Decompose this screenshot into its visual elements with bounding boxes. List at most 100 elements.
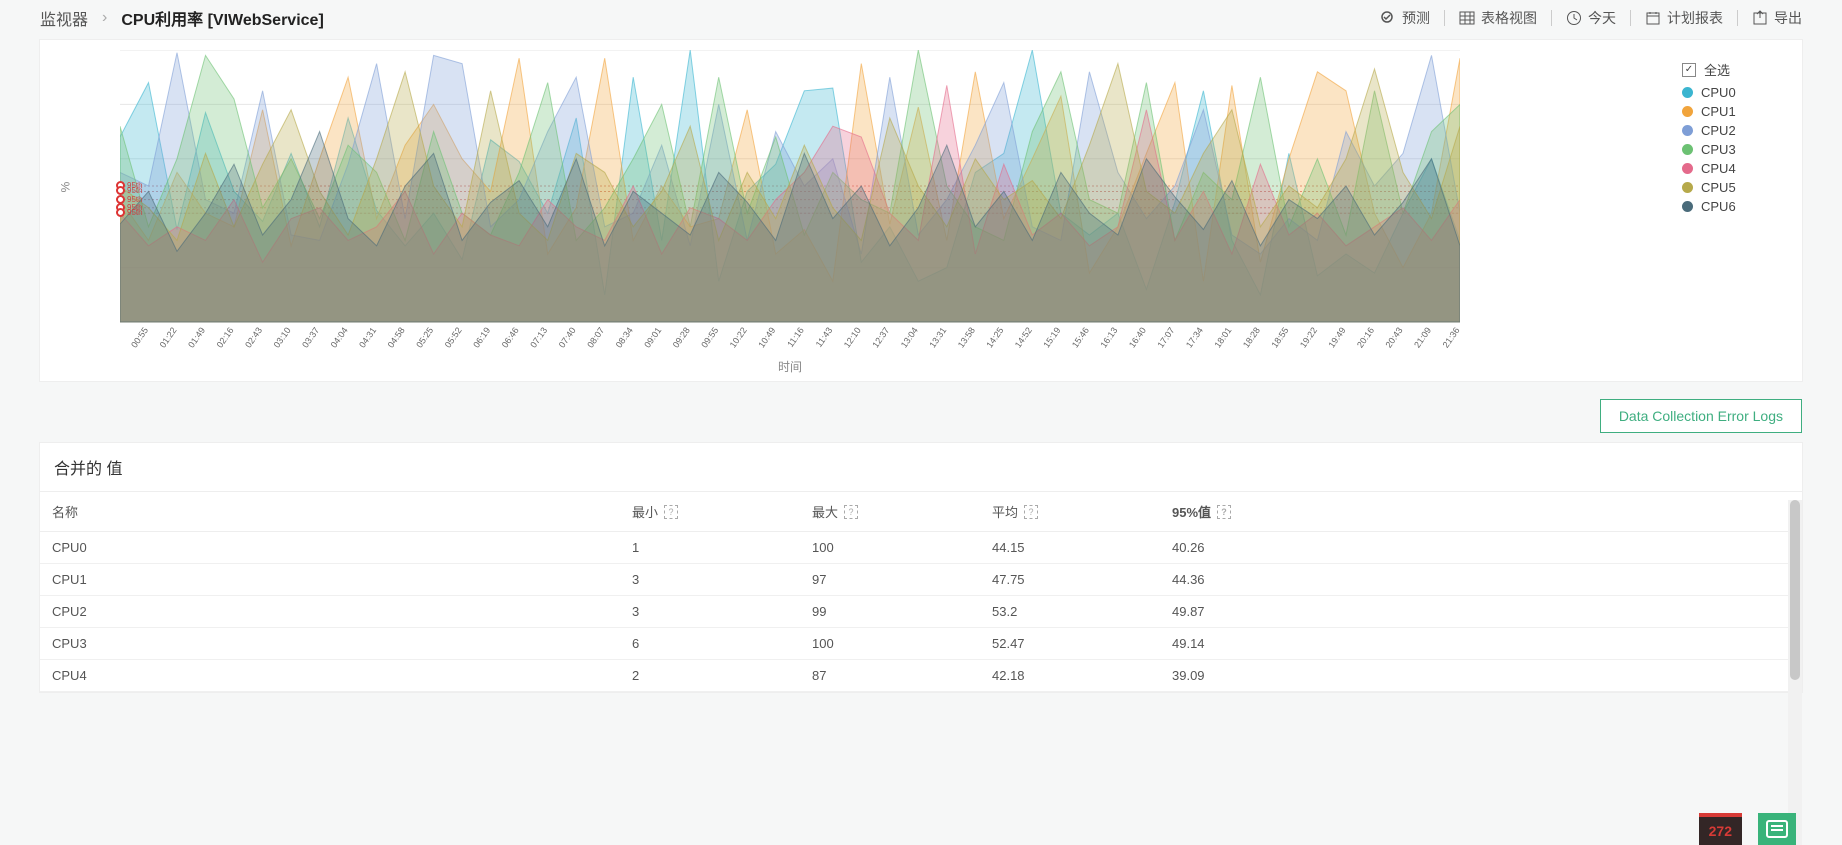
svg-text:20:16: 20:16	[1355, 325, 1376, 349]
legend-item-label: CPU4	[1701, 161, 1736, 176]
table-header[interactable]: 95%值?	[1160, 492, 1802, 532]
svg-text:00:28: 00:28	[120, 325, 122, 349]
table-cell: 100	[800, 532, 980, 564]
table-cell: CPU0	[40, 532, 620, 564]
legend-dot-icon	[1682, 106, 1693, 117]
legend-dot-icon	[1682, 144, 1693, 155]
svg-text:00:55: 00:55	[129, 325, 150, 349]
legend-item-label: CPU3	[1701, 142, 1736, 157]
legend-dot-icon	[1682, 163, 1693, 174]
percentile-marker-icon	[116, 208, 125, 217]
svg-text:03:37: 03:37	[300, 325, 321, 349]
svg-text:06:19: 06:19	[471, 325, 492, 349]
export-button[interactable]: 导出	[1752, 8, 1802, 28]
table-header[interactable]: 最小?	[620, 492, 800, 532]
svg-text:14:25: 14:25	[984, 325, 1005, 349]
legend-item-cpu6[interactable]: CPU6	[1682, 199, 1792, 214]
svg-text:21:09: 21:09	[1412, 325, 1433, 349]
checkbox-icon: ✓	[1682, 63, 1696, 77]
legend-item-cpu4[interactable]: CPU4	[1682, 161, 1792, 176]
table-cell: 1	[620, 532, 800, 564]
table-cell: CPU1	[40, 564, 620, 596]
percentile-marker-label: 95th	[127, 208, 143, 217]
help-icon[interactable]: ?	[1217, 505, 1231, 519]
legend-item-cpu1[interactable]: CPU1	[1682, 104, 1792, 119]
svg-text:06:46: 06:46	[500, 325, 521, 349]
table-scrollbar[interactable]	[1788, 500, 1802, 845]
svg-text:16:13: 16:13	[1098, 325, 1119, 349]
summary-table-card: 合并的 值 名称最小?最大?平均?95%值?CPU0110044.1540.26…	[40, 443, 1802, 692]
legend-select-all[interactable]: ✓ 全选	[1682, 60, 1792, 79]
svg-text:01:49: 01:49	[186, 325, 207, 349]
table-header[interactable]: 平均?	[980, 492, 1160, 532]
table-cell: 87	[800, 660, 980, 692]
today-button[interactable]: 今天	[1566, 8, 1616, 28]
table-cell: 3	[620, 564, 800, 596]
table-cell: 49.14	[1160, 628, 1802, 660]
legend-item-label: CPU2	[1701, 123, 1736, 138]
table-cell: 40.26	[1160, 532, 1802, 564]
table-header[interactable]: 最大?	[800, 492, 980, 532]
svg-text:18:01: 18:01	[1212, 325, 1233, 349]
svg-text:13:04: 13:04	[899, 325, 920, 349]
separator	[1444, 10, 1445, 26]
svg-text:20:43: 20:43	[1384, 325, 1405, 349]
svg-text:12:37: 12:37	[870, 325, 891, 349]
chart-card: % 02040608010000:2800:5501:2201:4902:160…	[40, 40, 1802, 381]
table-cell: CPU2	[40, 596, 620, 628]
svg-text:08:07: 08:07	[585, 325, 606, 349]
legend-item-cpu5[interactable]: CPU5	[1682, 180, 1792, 195]
chat-button[interactable]	[1758, 813, 1796, 845]
svg-text:09:55: 09:55	[699, 325, 720, 349]
legend-dot-icon	[1682, 125, 1693, 136]
legend-item-label: CPU6	[1701, 199, 1736, 214]
toolbar: 预测 表格视图 今天 计划报表 导出	[1380, 8, 1802, 28]
table-cell: 47.75	[980, 564, 1160, 596]
table-header[interactable]: 名称	[40, 492, 620, 532]
help-icon[interactable]: ?	[1024, 505, 1038, 519]
legend-item-cpu2[interactable]: CPU2	[1682, 123, 1792, 138]
svg-text:19:22: 19:22	[1298, 325, 1319, 349]
table-view-label: 表格视图	[1481, 8, 1537, 28]
breadcrumb-root[interactable]: 监视器	[40, 6, 88, 30]
help-icon[interactable]: ?	[664, 505, 678, 519]
chart-legend: ✓ 全选 CPU0 CPU1 CPU2 CPU3 CPU4 CPU5 CPU6	[1670, 50, 1792, 218]
legend-select-all-label: 全选	[1704, 60, 1730, 79]
legend-item-cpu3[interactable]: CPU3	[1682, 142, 1792, 157]
svg-text:05:52: 05:52	[443, 325, 464, 349]
legend-item-cpu0[interactable]: CPU0	[1682, 85, 1792, 100]
svg-text:09:28: 09:28	[671, 325, 692, 349]
svg-text:01:22: 01:22	[158, 325, 179, 349]
schedule-report-button[interactable]: 计划报表	[1645, 8, 1723, 28]
scrollbar-thumb[interactable]	[1790, 500, 1800, 680]
svg-text:10:22: 10:22	[728, 325, 749, 349]
svg-text:21:36: 21:36	[1441, 325, 1460, 349]
legend-dot-icon	[1682, 182, 1693, 193]
svg-text:14:52: 14:52	[1013, 325, 1034, 349]
top-bar: 监视器 › CPU利用率 [VIWebService] 预测 表格视图 今天 计…	[0, 0, 1842, 34]
table-view-button[interactable]: 表格视图	[1459, 8, 1537, 28]
table-icon	[1459, 10, 1475, 26]
help-icon[interactable]: ?	[844, 505, 858, 519]
table-cell: 49.87	[1160, 596, 1802, 628]
separator	[1737, 10, 1738, 26]
chat-icon	[1766, 820, 1788, 838]
table-cell: 44.15	[980, 532, 1160, 564]
chart-plot[interactable]: 02040608010000:2800:5501:2201:4902:1602:…	[120, 50, 1460, 322]
table-cell: 44.36	[1160, 564, 1802, 596]
export-label: 导出	[1774, 8, 1802, 28]
breadcrumb: 监视器 › CPU利用率 [VIWebService]	[40, 6, 324, 30]
legend-item-label: CPU5	[1701, 180, 1736, 195]
data-collection-error-logs-button[interactable]: Data Collection Error Logs	[1600, 399, 1802, 433]
alert-count-badge[interactable]: 272	[1699, 813, 1742, 845]
svg-text:02:43: 02:43	[243, 325, 264, 349]
table-cell: 100	[800, 628, 980, 660]
forecast-button[interactable]: 预测	[1380, 8, 1430, 28]
table-cell: 6	[620, 628, 800, 660]
legend-item-label: CPU0	[1701, 85, 1736, 100]
table-cell: 3	[620, 596, 800, 628]
svg-text:17:34: 17:34	[1184, 325, 1205, 349]
table-cell: 99	[800, 596, 980, 628]
svg-text:15:46: 15:46	[1070, 325, 1091, 349]
svg-text:04:04: 04:04	[329, 325, 350, 349]
